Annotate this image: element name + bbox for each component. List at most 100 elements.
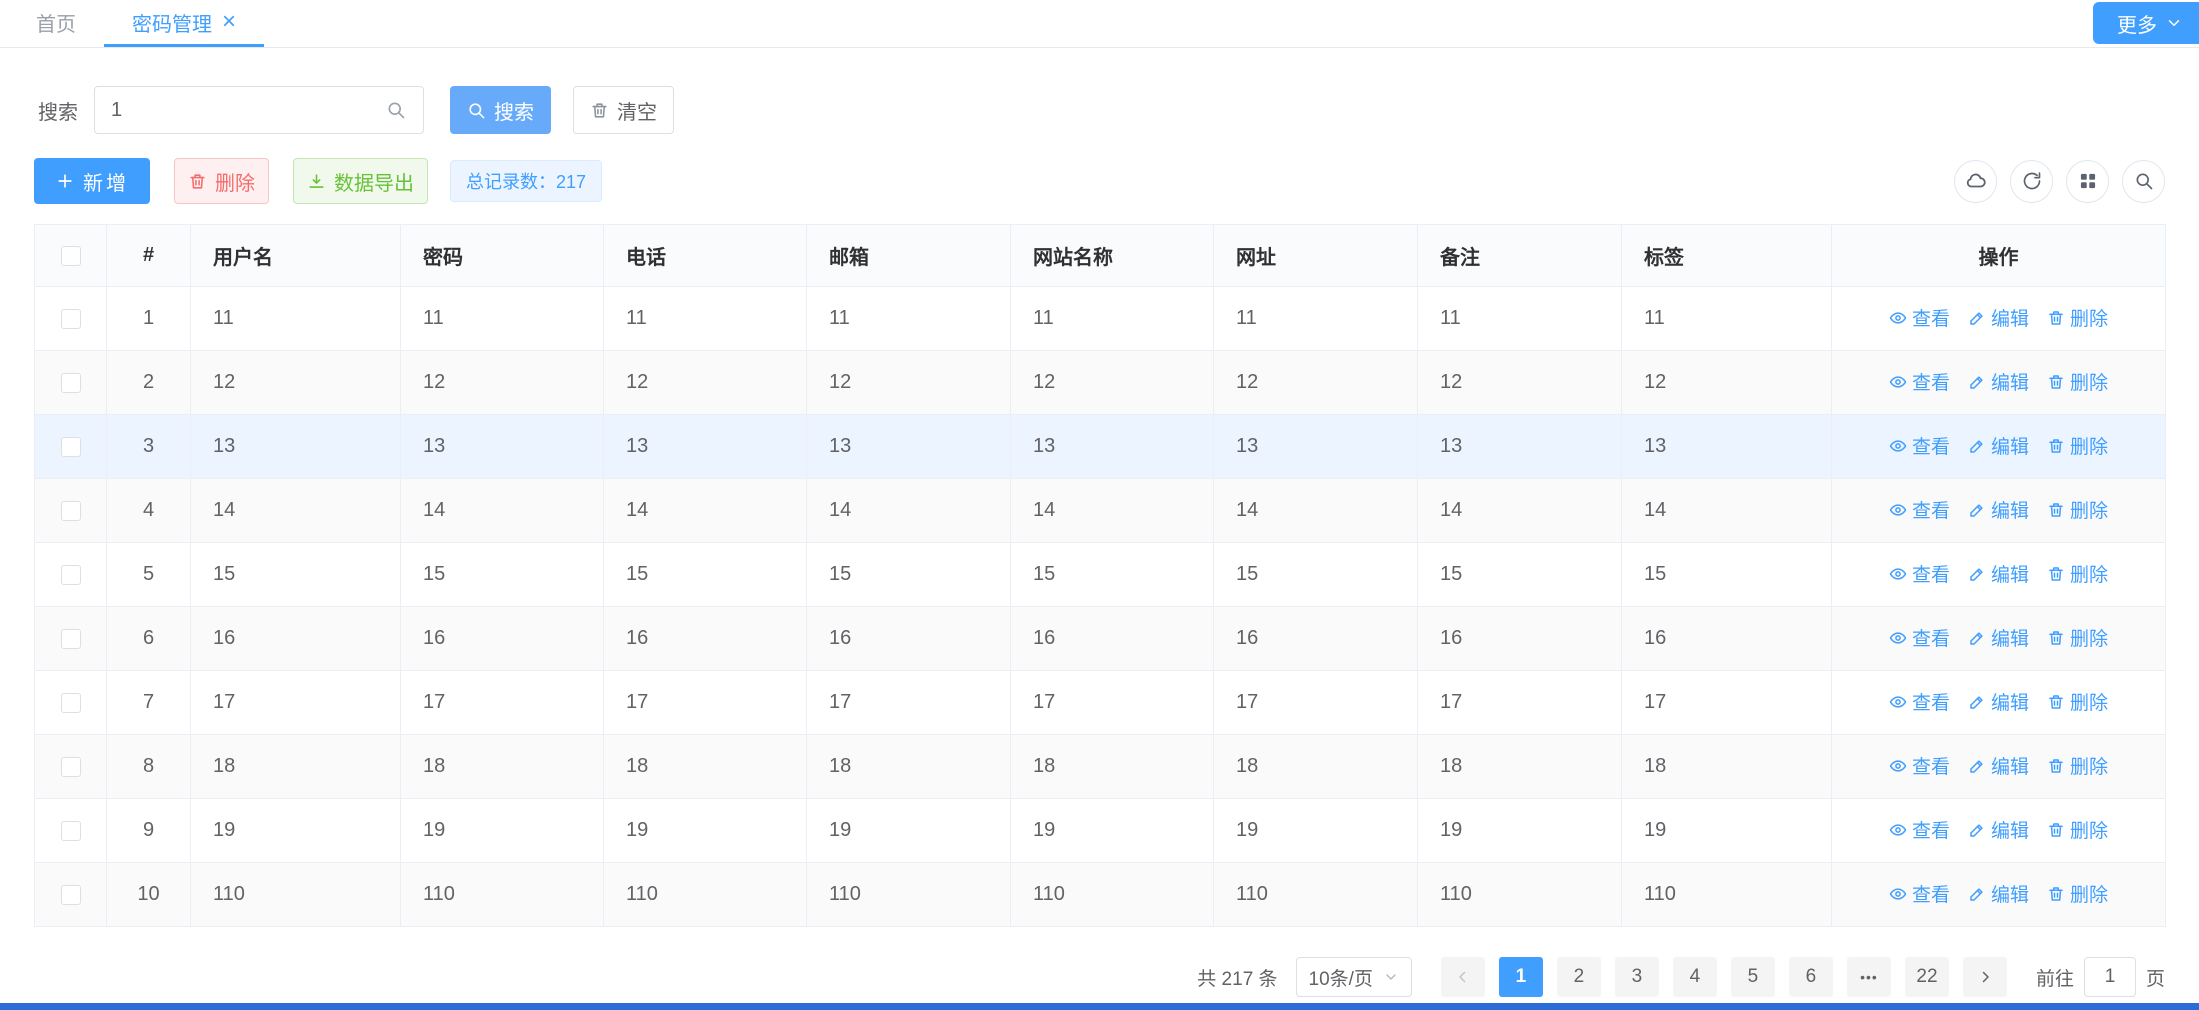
cell-phone: 17 [604, 671, 807, 735]
row-checkbox-cell [35, 287, 107, 351]
download-icon [307, 172, 326, 191]
column-header-url: 网址 [1214, 225, 1418, 287]
table-row[interactable]: 51515151515151515查看编辑删除 [35, 543, 2166, 607]
more-button-label: 更多 [2117, 9, 2157, 38]
search-icon [2134, 171, 2154, 191]
row-checkbox[interactable] [61, 629, 81, 649]
pager-page-22-button[interactable]: 22 [1905, 957, 1949, 997]
view-link[interactable]: 查看 [1889, 496, 1950, 523]
edit-link[interactable]: 编辑 [1968, 368, 2029, 395]
view-link[interactable]: 查看 [1889, 304, 1950, 331]
row-checkbox[interactable] [61, 757, 81, 777]
pager-more-button[interactable]: ••• [1847, 957, 1891, 997]
cell-tag: 110 [1622, 863, 1832, 927]
delete-link[interactable]: 删除 [2047, 496, 2108, 523]
delete-link[interactable]: 删除 [2047, 432, 2108, 459]
grid-view-button[interactable] [2066, 160, 2109, 203]
cell-url: 12 [1214, 351, 1418, 415]
row-checkbox[interactable] [61, 309, 81, 329]
table-row[interactable]: 21212121212121212查看编辑删除 [35, 351, 2166, 415]
search-input[interactable] [95, 99, 369, 122]
pager-page-5-button[interactable]: 5 [1731, 957, 1775, 997]
edit-link[interactable]: 编辑 [1968, 432, 2029, 459]
delete-link[interactable]: 删除 [2047, 624, 2108, 651]
view-link[interactable]: 查看 [1889, 432, 1950, 459]
cell-password: 12 [401, 351, 604, 415]
table-row[interactable]: 91919191919191919查看编辑删除 [35, 799, 2166, 863]
pager: 123456 ••• 22 [1492, 957, 1956, 997]
total-records-badge: 总记录数：217 [450, 160, 602, 202]
delete-link[interactable]: 删除 [2047, 880, 2108, 907]
delete-button[interactable]: 删除 [174, 158, 269, 204]
add-button-label: 新增 [83, 167, 129, 196]
next-page-button[interactable] [1963, 957, 2007, 997]
table-row[interactable]: 10110110110110110110110110查看编辑删除 [35, 863, 2166, 927]
row-index: 4 [107, 479, 191, 543]
row-checkbox[interactable] [61, 565, 81, 585]
export-button[interactable]: 数据导出 [293, 158, 428, 204]
cell-password: 15 [401, 543, 604, 607]
cell-tag: 19 [1622, 799, 1832, 863]
row-checkbox[interactable] [61, 373, 81, 393]
page-size-select[interactable]: 10条/页 [1296, 957, 1412, 997]
cell-password: 13 [401, 415, 604, 479]
delete-link[interactable]: 删除 [2047, 816, 2108, 843]
more-button[interactable]: 更多 [2093, 2, 2199, 44]
edit-link[interactable]: 编辑 [1968, 752, 2029, 779]
pager-page-4-button[interactable]: 4 [1673, 957, 1717, 997]
delete-link[interactable]: 删除 [2047, 688, 2108, 715]
row-checkbox[interactable] [61, 437, 81, 457]
row-checkbox[interactable] [61, 885, 81, 905]
pager-page-1-button[interactable]: 1 [1499, 957, 1543, 997]
clear-button[interactable]: 清空 [573, 86, 674, 134]
view-link[interactable]: 查看 [1889, 688, 1950, 715]
pager-page-6-button[interactable]: 6 [1789, 957, 1833, 997]
pager-page-3-button[interactable]: 3 [1615, 957, 1659, 997]
total-count-text: 共 217 条 [1197, 964, 1277, 991]
goto-page-input[interactable] [2084, 957, 2136, 997]
table-row[interactable]: 41414141414141414查看编辑删除 [35, 479, 2166, 543]
close-tab-icon[interactable]: × [222, 10, 236, 34]
edit-link[interactable]: 编辑 [1968, 816, 2029, 843]
row-checkbox[interactable] [61, 693, 81, 713]
refresh-button[interactable] [2010, 160, 2053, 203]
search-toggle-button[interactable] [2122, 160, 2165, 203]
table-row[interactable]: 81818181818181818查看编辑删除 [35, 735, 2166, 799]
row-checkbox[interactable] [61, 501, 81, 521]
edit-link[interactable]: 编辑 [1968, 304, 2029, 331]
goto-suffix-label: 页 [2146, 964, 2165, 991]
delete-link[interactable]: 删除 [2047, 752, 2108, 779]
view-link[interactable]: 查看 [1889, 368, 1950, 395]
view-link[interactable]: 查看 [1889, 624, 1950, 651]
edit-link[interactable]: 编辑 [1968, 624, 2029, 651]
column-header-email: 邮箱 [807, 225, 1011, 287]
delete-link[interactable]: 删除 [2047, 304, 2108, 331]
tab-home[interactable]: 首页 [8, 0, 104, 47]
edit-link[interactable]: 编辑 [1968, 880, 2029, 907]
edit-link[interactable]: 编辑 [1968, 496, 2029, 523]
row-checkbox[interactable] [61, 821, 81, 841]
view-link[interactable]: 查看 [1889, 752, 1950, 779]
table-row[interactable]: 61616161616161616查看编辑删除 [35, 607, 2166, 671]
pager-page-2-button[interactable]: 2 [1557, 957, 1601, 997]
edit-link[interactable]: 编辑 [1968, 688, 2029, 715]
search-button[interactable]: 搜索 [450, 86, 551, 134]
select-all-checkbox[interactable] [61, 246, 81, 266]
cloud-download-button[interactable] [1954, 160, 1997, 203]
row-actions: 查看编辑删除 [1832, 735, 2166, 799]
view-link[interactable]: 查看 [1889, 880, 1950, 907]
cell-username: 12 [191, 351, 401, 415]
table-row[interactable]: 11111111111111111查看编辑删除 [35, 287, 2166, 351]
add-button[interactable]: 新增 [34, 158, 150, 204]
table-row[interactable]: 71717171717171717查看编辑删除 [35, 671, 2166, 735]
delete-link[interactable]: 删除 [2047, 560, 2108, 587]
delete-link[interactable]: 删除 [2047, 368, 2108, 395]
table-row[interactable]: 31313131313131313查看编辑删除 [35, 415, 2166, 479]
prev-page-button[interactable] [1441, 957, 1485, 997]
view-link[interactable]: 查看 [1889, 816, 1950, 843]
view-link[interactable]: 查看 [1889, 560, 1950, 587]
tab-bar: 首页 密码管理 × 更多 [0, 0, 2199, 48]
tab-password-management[interactable]: 密码管理 × [104, 0, 264, 47]
edit-link[interactable]: 编辑 [1968, 560, 2029, 587]
cell-tag: 11 [1622, 287, 1832, 351]
